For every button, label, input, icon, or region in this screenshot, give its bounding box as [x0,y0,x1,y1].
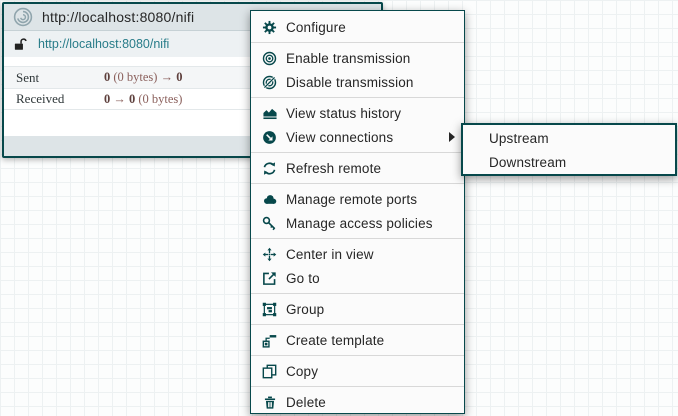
menu-item-label: Upstream [489,131,549,146]
transmit-icon [261,50,278,66]
menu-item-label: Copy [286,364,318,379]
copy-icon [261,363,278,379]
menu-separator [251,386,464,387]
menu-separator [251,238,464,239]
menu-item-enable-transmission[interactable]: Enable transmission [251,46,464,70]
template-icon [261,332,278,348]
menu-item-label: Disable transmission [286,75,414,90]
menu-separator [251,183,464,184]
trash-icon [261,394,278,410]
menu-separator [251,42,464,43]
menu-item-delete[interactable]: Delete [251,390,464,414]
stat-value: 0 → 0 (0 bytes) [104,92,182,107]
menu-item-configure[interactable]: Configure [251,15,464,39]
menu-item-create-template[interactable]: Create template [251,328,464,352]
menu-item-center-in-view[interactable]: Center in view [251,242,464,266]
menu-separator [251,355,464,356]
menu-item-label: Downstream [489,155,566,170]
view-connections-submenu: Upstream Downstream [461,123,677,176]
menu-item-label: View connections [286,130,393,145]
refresh-icon [261,160,278,176]
menu-item-label: Create template [286,333,384,348]
menu-item-view-connections[interactable]: View connections [251,125,464,149]
transmit-off-icon [261,74,278,90]
center-view-icon [261,246,278,262]
menu-item-group[interactable]: Group [251,297,464,321]
stat-label: Sent [16,70,104,86]
nifi-canvas[interactable]: http://localhost:8080/nifi http://localh… [0,0,678,416]
unlock-icon [13,37,28,52]
submenu-item-downstream[interactable]: Downstream [463,150,675,174]
rpg-target-url[interactable]: http://localhost:8080/nifi [38,37,169,51]
connections-icon [261,129,278,145]
menu-item-label: Group [286,302,324,317]
menu-separator [251,324,464,325]
stat-value: 0 (0 bytes) → 0 [104,70,182,85]
menu-item-label: Enable transmission [286,51,410,66]
menu-item-label: Manage remote ports [286,192,417,207]
menu-item-go-to[interactable]: Go to [251,266,464,290]
area-chart-icon [261,105,278,121]
menu-item-label: Manage access policies [286,216,433,231]
menu-separator [251,152,464,153]
menu-item-disable-transmission[interactable]: Disable transmission [251,70,464,94]
menu-item-label: Refresh remote [286,161,381,176]
menu-separator [251,97,464,98]
object-group-icon [261,301,278,317]
gear-icon [261,19,278,35]
submenu-item-upstream[interactable]: Upstream [463,126,675,150]
menu-item-copy[interactable]: Copy [251,359,464,383]
rpg-title: http://localhost:8080/nifi [42,9,194,25]
menu-item-label: Center in view [286,247,374,262]
external-link-icon [261,270,278,286]
remote-process-group-icon [13,7,33,27]
stat-label: Received [16,91,104,107]
menu-item-manage-access-policies[interactable]: Manage access policies [251,211,464,235]
menu-item-label: Configure [286,20,346,35]
menu-item-label: View status history [286,106,401,121]
menu-separator [251,293,464,294]
menu-item-view-status-history[interactable]: View status history [251,101,464,125]
menu-item-label: Go to [286,271,320,286]
submenu-arrow-icon [449,132,455,142]
menu-item-manage-remote-ports[interactable]: Manage remote ports [251,187,464,211]
context-menu: Configure Enable transmission [250,10,465,414]
menu-item-refresh-remote[interactable]: Refresh remote [251,156,464,180]
cloud-icon [261,191,278,207]
key-icon [261,215,278,231]
menu-item-label: Delete [286,395,326,410]
